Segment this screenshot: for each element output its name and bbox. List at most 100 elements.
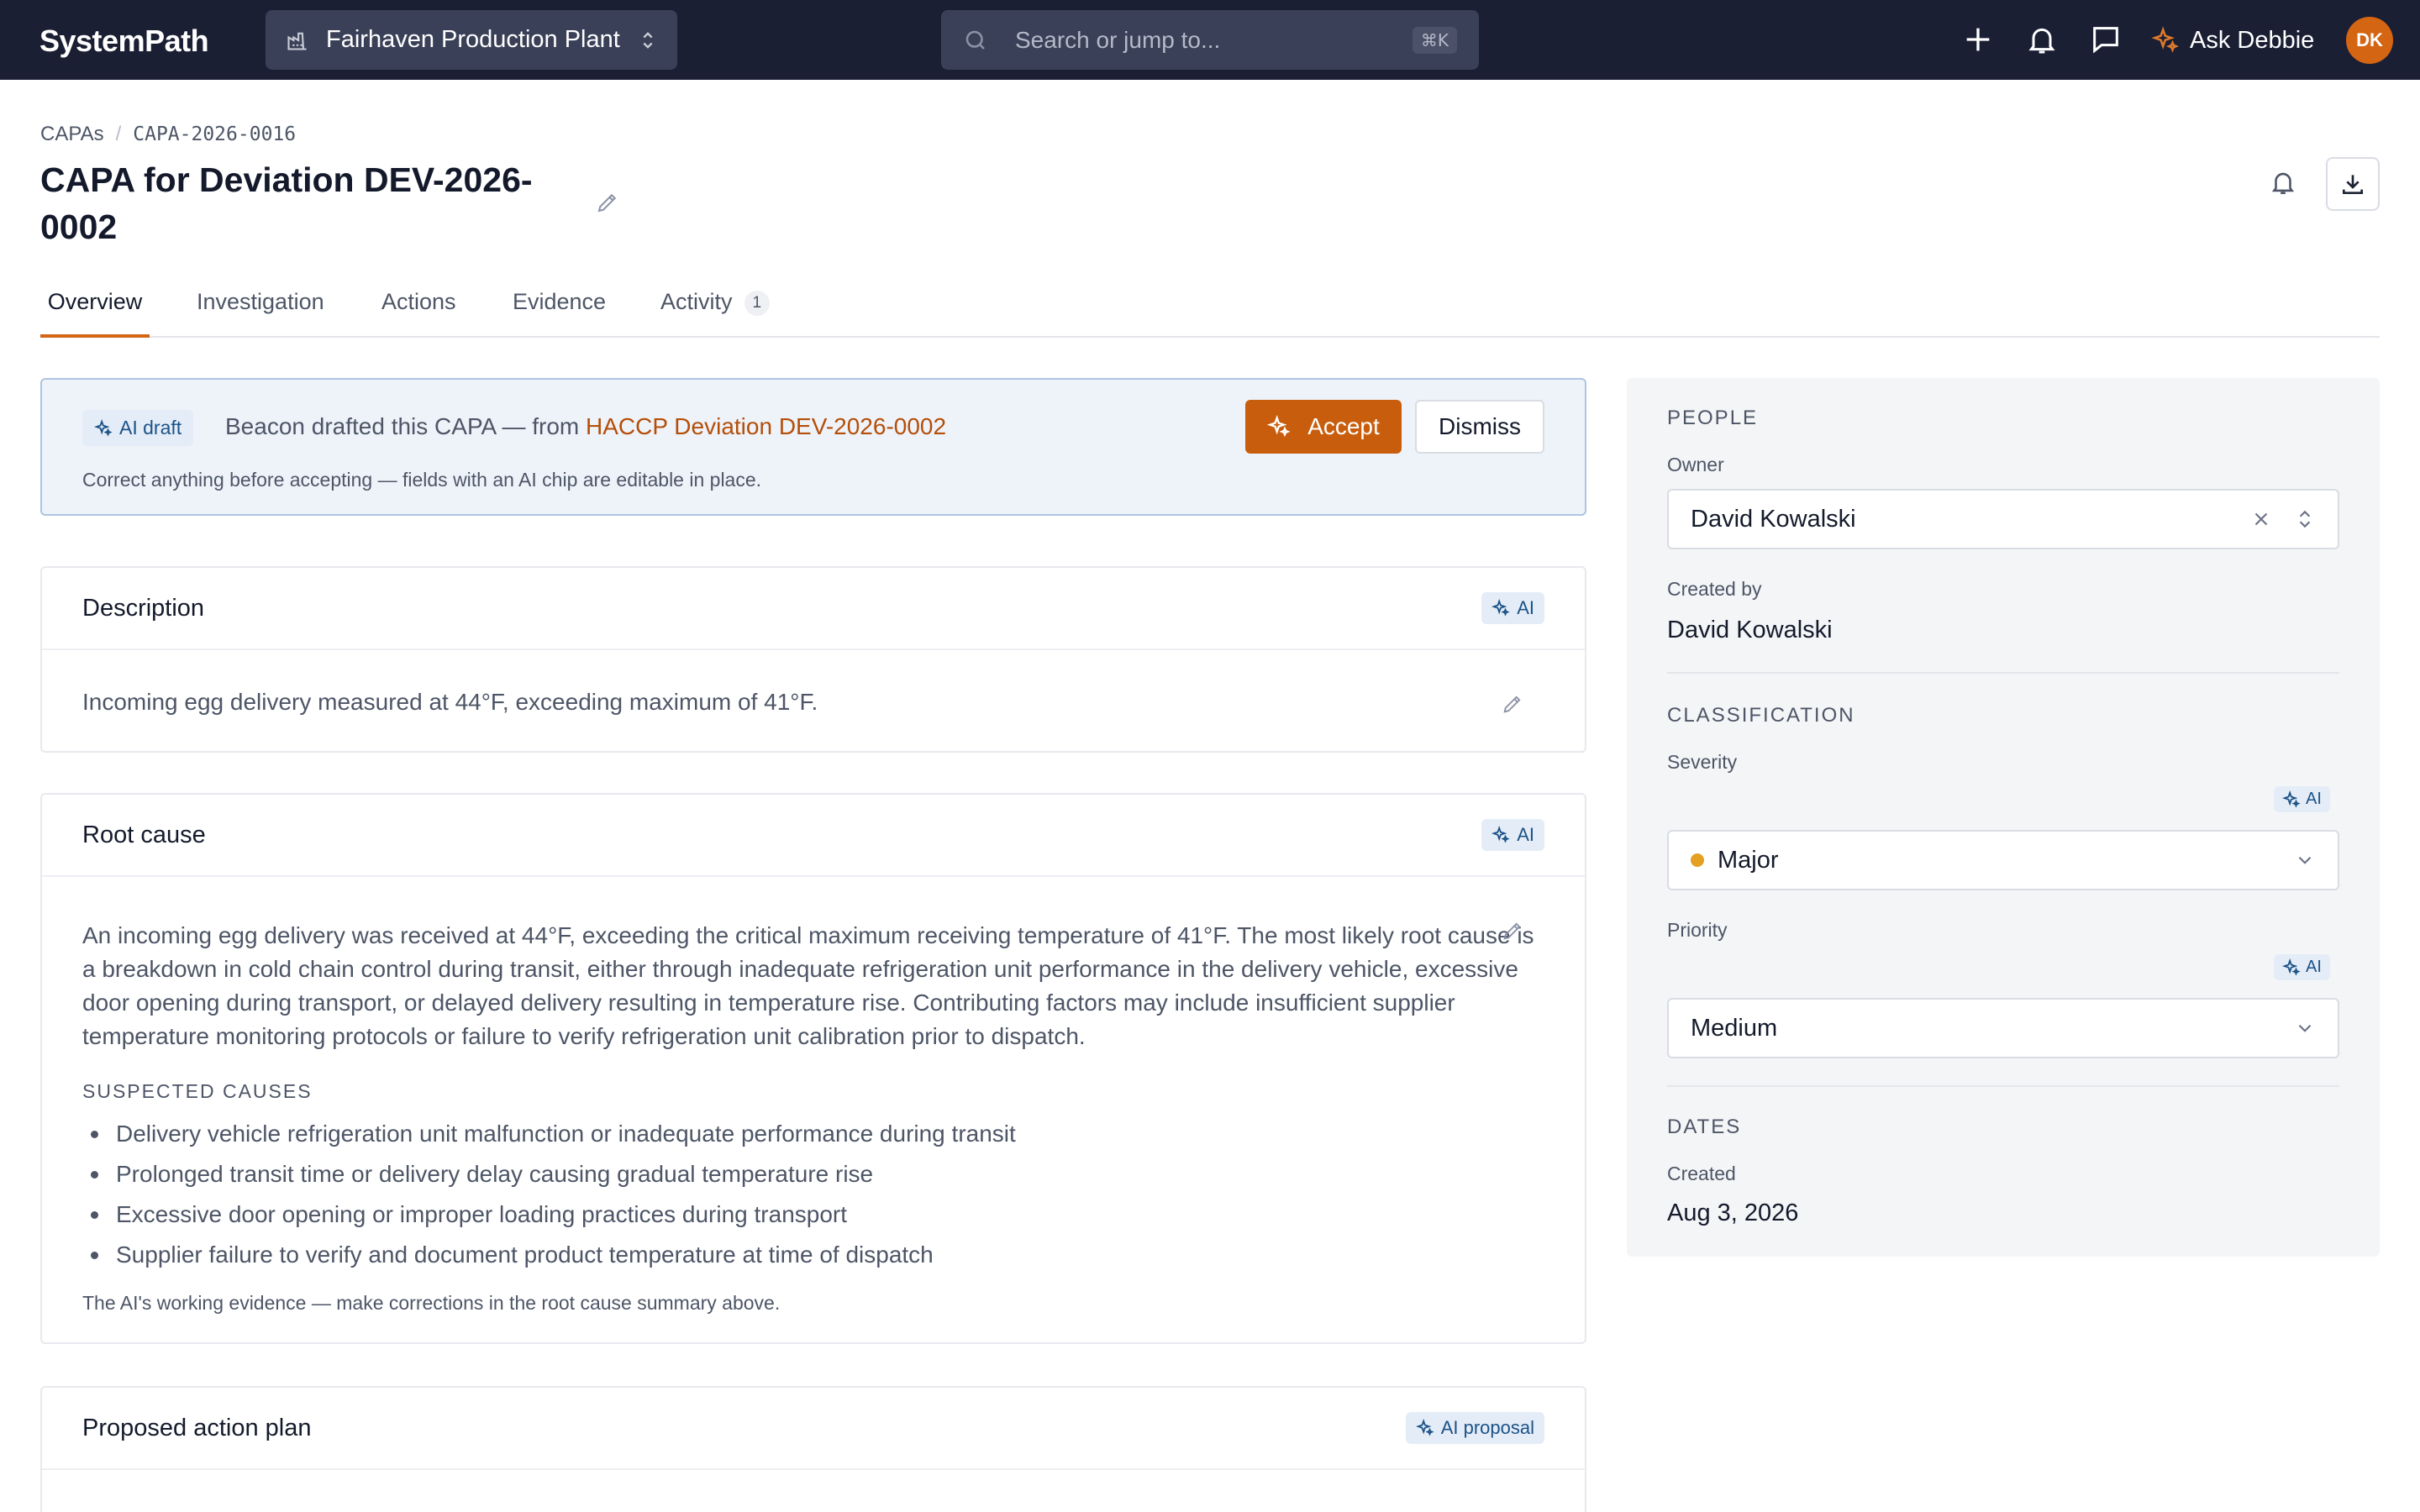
created-value: Aug 3, 2026 (1667, 1200, 1799, 1226)
owner-value: David Kowalski (1691, 505, 1856, 533)
chevron-updown-icon (643, 31, 653, 49)
chip-label: AI (1517, 597, 1534, 618)
bell-icon[interactable] (2025, 23, 2059, 56)
banner-subtext: Correct anything before accepting — fiel… (82, 469, 762, 491)
watch-bell-icon[interactable] (2269, 168, 2297, 197)
chip-label: AI (1517, 824, 1534, 845)
search-placeholder: Search or jump to... (1015, 26, 1221, 53)
user-avatar[interactable]: DK (2346, 17, 2393, 64)
sparkle-icon (2282, 790, 2301, 808)
divider (1667, 672, 2339, 674)
root-cause-note: The AI's working evidence — make correct… (82, 1292, 781, 1314)
people-heading: PEOPLE (1667, 407, 1759, 429)
activity-count-badge: 1 (744, 291, 771, 316)
breadcrumb-capas[interactable]: CAPAs (40, 123, 104, 146)
ai-chip[interactable]: AI (2274, 954, 2330, 980)
ai-chip[interactable]: AI (2274, 786, 2330, 812)
description-card: Description AI Incoming egg delivery mea… (40, 566, 1586, 753)
ask-debbie-button[interactable]: Ask Debbie (2151, 20, 2314, 60)
clear-icon[interactable] (2250, 508, 2272, 530)
owner-select[interactable]: David Kowalski (1667, 489, 2339, 549)
list-item: Prolonged transit time or delivery delay… (82, 1154, 1016, 1194)
created-by-label: Created by (1667, 578, 1762, 600)
list-item: Supplier failure to verify and document … (82, 1235, 1016, 1275)
action-plan-card: Proposed action plan AI proposal (40, 1386, 1586, 1512)
factory-icon (287, 32, 307, 50)
tab-bar: Overview Investigation Actions Evidence … (40, 284, 2380, 338)
sparkle-icon (2282, 958, 2301, 976)
card-title: Root cause (82, 821, 206, 848)
severity-label: Severity (1667, 751, 1738, 773)
accept-button[interactable]: Accept (1245, 400, 1402, 454)
list-item: Delivery vehicle refrigeration unit malf… (82, 1114, 1016, 1154)
chat-icon[interactable] (2089, 23, 2123, 56)
suspected-causes-label: SUSPECTED CAUSES (82, 1080, 313, 1102)
plant-selector[interactable]: Fairhaven Production Plant (266, 10, 677, 70)
search-shortcut: ⌘K (1412, 26, 1457, 54)
tab-label: Evidence (513, 289, 607, 314)
dismiss-button[interactable]: Dismiss (1415, 400, 1544, 454)
card-title: Proposed action plan (82, 1414, 312, 1441)
sparkle-icon (1491, 826, 1510, 843)
ai-chip[interactable]: AI (1481, 819, 1544, 851)
severity-select[interactable]: Major (1667, 830, 2339, 890)
tab-overview[interactable]: Overview (40, 284, 150, 338)
priority-value: Medium (1691, 1014, 1778, 1042)
pencil-icon[interactable] (1501, 919, 1524, 942)
sparkle-icon (1491, 599, 1510, 617)
created-by-value: David Kowalski (1667, 617, 1833, 643)
chip-label: AI (2306, 790, 2322, 808)
pencil-icon[interactable] (595, 190, 620, 215)
breadcrumb: CAPAs / CAPA-2026-0016 (40, 123, 296, 146)
chevron-down-icon (2298, 856, 2312, 864)
chevron-down-icon (2298, 1024, 2312, 1032)
priority-select[interactable]: Medium (1667, 998, 2339, 1058)
sparkle-icon (1415, 1419, 1434, 1436)
ai-draft-banner: AI draft Beacon drafted this CAPA — from… (40, 378, 1586, 516)
classification-heading: CLASSIFICATION (1667, 704, 1855, 727)
download-icon (2343, 175, 2363, 194)
ai-draft-chip: AI draft (82, 410, 194, 446)
top-bar: SystemPath Fairhaven Production Plant Se… (0, 0, 2420, 80)
global-search-input[interactable]: Search or jump to... ⌘K (941, 10, 1479, 70)
breadcrumb-current: CAPA-2026-0016 (133, 123, 297, 145)
download-button[interactable] (2326, 157, 2380, 211)
dates-heading: DATES (1667, 1116, 1742, 1138)
chevron-updown-icon (2299, 510, 2311, 528)
tab-evidence[interactable]: Evidence (513, 284, 606, 338)
tab-investigation[interactable]: Investigation (197, 284, 324, 338)
banner-text: Beacon drafted this CAPA — from HACCP De… (225, 413, 946, 440)
ask-debbie-label: Ask Debbie (2190, 26, 2315, 54)
card-header: Root cause AI (42, 795, 1585, 877)
page-title: CAPA for Deviation DEV-2026-0002 (40, 160, 533, 246)
breadcrumb-separator: / (115, 123, 122, 145)
card-header: Proposed action plan AI proposal (42, 1388, 1585, 1470)
ai-chip[interactable]: AI (1481, 592, 1544, 624)
priority-label: Priority (1667, 919, 1728, 941)
accept-label: Accept (1307, 413, 1380, 439)
app-logo[interactable]: SystemPath (39, 24, 209, 59)
pencil-icon[interactable] (1501, 692, 1524, 716)
root-cause-card: Root cause AI An incoming egg delivery w… (40, 793, 1586, 1344)
owner-label: Owner (1667, 454, 1724, 475)
ai-proposal-chip[interactable]: AI proposal (1405, 1412, 1544, 1444)
details-sidebar: PEOPLE Owner David Kowalski Created by D… (1627, 378, 2380, 1257)
chip-label: AI proposal (1440, 1417, 1534, 1438)
tab-actions[interactable]: Actions (381, 284, 456, 338)
plant-name: Fairhaven Production Plant (326, 26, 620, 53)
severity-dot (1691, 853, 1704, 867)
tab-label: Overview (47, 289, 143, 314)
source-deviation-link[interactable]: HACCP Deviation DEV-2026-0002 (586, 413, 946, 439)
banner-message: Beacon drafted this CAPA — from (225, 413, 587, 439)
tab-activity[interactable]: Activity 1 (660, 284, 771, 338)
root-cause-text[interactable]: An incoming egg delivery was received at… (82, 919, 1544, 1053)
chip-label: AI draft (119, 417, 182, 438)
plus-icon[interactable] (1961, 23, 1995, 56)
description-text[interactable]: Incoming egg delivery measured at 44°F, … (82, 685, 818, 719)
suspected-causes-list: Delivery vehicle refrigeration unit malf… (82, 1114, 1016, 1275)
tab-label: Investigation (197, 289, 324, 314)
card-title: Description (82, 594, 205, 622)
list-item: Excessive door opening or improper loadi… (82, 1194, 1016, 1235)
sparkle-icon (2151, 26, 2179, 53)
sparkle-icon (1267, 415, 1291, 438)
